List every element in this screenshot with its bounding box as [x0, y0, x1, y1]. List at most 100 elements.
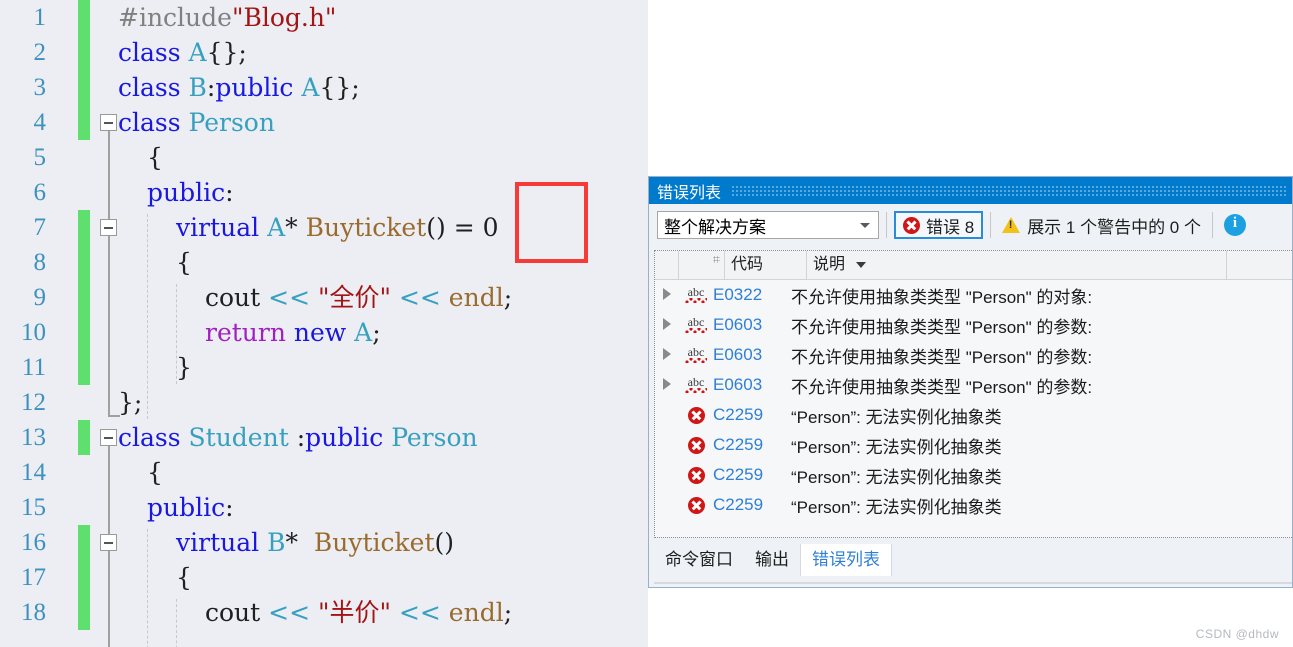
line-number: 7: [33, 214, 47, 241]
error-code-cell[interactable]: C2259: [713, 405, 791, 425]
tool-window-tab[interactable]: 命令窗口: [654, 544, 744, 576]
code-line[interactable]: 18 cout << "半价" << endl;: [0, 595, 648, 630]
code-line-text: public:: [147, 175, 234, 210]
code-line[interactable]: 7 virtual A* Buyticket() = 0: [0, 210, 648, 245]
code-line[interactable]: 16 virtual B* Buyticket(): [0, 525, 648, 560]
code-token: };: [118, 388, 143, 417]
column-header-severity[interactable]: [679, 251, 725, 279]
column-header-description-label: 说明: [813, 256, 846, 273]
code-line[interactable]: 13 class Student :public Person: [0, 420, 648, 455]
errors-filter-button[interactable]: 错误 8: [894, 211, 984, 239]
indent-guide: [147, 214, 148, 419]
sort-descending-icon: [856, 261, 867, 268]
error-code-cell[interactable]: C2259: [713, 435, 791, 455]
code-line[interactable]: 12};: [0, 385, 648, 420]
code-line-list: 1 #include"Blog.h" 2 class A{}; 3 class B:pub…: [0, 0, 648, 630]
error-list-toolbar[interactable]: 整个解决方案 错误 8 展示 1 个警告中的 0 个: [649, 204, 1292, 246]
column-header-code[interactable]: 代码: [725, 251, 807, 279]
code-line-text: class Person: [118, 105, 275, 140]
code-token: Student: [188, 423, 297, 452]
table-row[interactable]: C2259 “Person”: 无法实例化抽象类: [655, 400, 1292, 430]
chevron-right-icon: [663, 378, 671, 390]
severity-icon-cell: abc: [679, 286, 713, 304]
code-line[interactable]: 11}: [0, 350, 648, 385]
code-token: ;: [503, 283, 513, 312]
chevron-right-icon: [663, 318, 671, 330]
squiggle-underline-icon: [685, 358, 707, 363]
error-list-window[interactable]: 错误列表 整个解决方案 错误 8 展示 1 个警告中的 0 个: [648, 176, 1293, 588]
error-list-header-row[interactable]: 代码 说明: [655, 251, 1292, 280]
change-indicator-bar: [78, 35, 90, 70]
outline-collapse-toggle[interactable]: [100, 219, 117, 236]
column-header-description[interactable]: 说明: [807, 251, 1227, 279]
line-number: 9: [33, 284, 47, 311]
warnings-filter-button[interactable]: 展示 1 个警告中的 0 个: [998, 211, 1205, 239]
severity-icon-cell: [679, 406, 713, 424]
code-token: *: [285, 528, 314, 557]
code-line-text: {: [176, 245, 192, 280]
row-expand-toggle[interactable]: [655, 285, 679, 305]
error-code-cell[interactable]: E0603: [713, 375, 791, 395]
code-line[interactable]: 1 #include"Blog.h": [0, 0, 648, 35]
error-list-titlebar[interactable]: 错误列表: [649, 177, 1292, 204]
line-number: 8: [33, 249, 47, 276]
table-row[interactable]: abc E0603 不允许使用抽象类类型 "Person" 的参数:: [655, 310, 1292, 340]
scope-dropdown[interactable]: 整个解决方案: [657, 211, 879, 239]
code-token: :: [225, 178, 234, 207]
code-line-text: {: [176, 560, 192, 595]
outline-collapse-toggle[interactable]: [100, 114, 117, 131]
code-line-text: virtual A* Buyticket() = 0: [176, 210, 499, 245]
code-token: "全价": [318, 283, 391, 312]
code-editor[interactable]: 1 #include"Blog.h" 2 class A{}; 3 class B:pub…: [0, 0, 648, 647]
table-row[interactable]: abc E0603 不允许使用抽象类类型 "Person" 的参数:: [655, 340, 1292, 370]
code-token: Buyticket: [305, 213, 427, 242]
error-code-cell[interactable]: E0322: [713, 285, 791, 305]
code-line-text: class Student :public Person: [118, 420, 478, 455]
outline-collapse-toggle[interactable]: [100, 534, 117, 551]
outline-collapse-toggle[interactable]: [100, 429, 117, 446]
table-row[interactable]: C2259 “Person”: 无法实例化抽象类: [655, 490, 1292, 520]
tool-window-tabs[interactable]: 命令窗口 输出 错误列表: [654, 544, 1292, 582]
table-row[interactable]: abc E0322 不允许使用抽象类类型 "Person" 的对象:: [655, 280, 1292, 310]
row-expand-toggle[interactable]: [655, 375, 679, 395]
table-row[interactable]: C2259 “Person”: 无法实例化抽象类: [655, 460, 1292, 490]
code-line[interactable]: 3 class B:public A{};: [0, 70, 648, 105]
change-indicator-bar: [78, 560, 90, 595]
code-line[interactable]: 14 {: [0, 455, 648, 490]
code-line[interactable]: 2 class A{};: [0, 35, 648, 70]
code-line[interactable]: 15 public:: [0, 490, 648, 525]
table-row[interactable]: C2259 “Person”: 无法实例化抽象类: [655, 430, 1292, 460]
code-line[interactable]: 4 class Person: [0, 105, 648, 140]
severity-icon-cell: abc: [679, 376, 713, 394]
tool-window-tab[interactable]: 错误列表: [800, 544, 892, 576]
code-token: B: [267, 528, 286, 557]
code-line[interactable]: 5{: [0, 140, 648, 175]
titlebar-drag-dots: [731, 184, 1286, 197]
tool-window-tab[interactable]: 输出: [744, 544, 800, 576]
code-line[interactable]: 6 public:: [0, 175, 648, 210]
change-indicator-bar: [78, 350, 90, 385]
row-expand-toggle[interactable]: [655, 345, 679, 365]
code-line[interactable]: 17 {: [0, 560, 648, 595]
table-row[interactable]: abc E0603 不允许使用抽象类类型 "Person" 的参数:: [655, 370, 1292, 400]
error-code-cell[interactable]: E0603: [713, 345, 791, 365]
code-line[interactable]: 10 return new A;: [0, 315, 648, 350]
column-header-icon[interactable]: [655, 251, 679, 279]
row-expand-toggle[interactable]: [655, 315, 679, 335]
code-token: = 0: [453, 213, 499, 242]
error-code-cell[interactable]: C2259: [713, 495, 791, 515]
error-code-cell[interactable]: E0603: [713, 315, 791, 335]
squiggle-underline-icon: [685, 298, 707, 303]
line-number: 15: [21, 494, 46, 521]
change-indicator-bar: [78, 70, 90, 105]
warning-triangle-icon: [1002, 217, 1021, 233]
code-line[interactable]: 9 cout << "全价" << endl;: [0, 280, 648, 315]
error-description-cell: 不允许使用抽象类类型 "Person" 的对象:: [791, 287, 1093, 307]
change-indicator-bar: [78, 245, 90, 280]
code-line[interactable]: 8{: [0, 245, 648, 280]
messages-filter-button[interactable]: [1220, 211, 1250, 239]
error-list-grid[interactable]: 代码 说明 abc E0322 不允许使用抽象类类型 "Person" 的对象: ab…: [654, 250, 1292, 538]
error-code-cell[interactable]: C2259: [713, 465, 791, 485]
scope-dropdown-value: 整个解决方案: [664, 217, 766, 237]
severity-icon-cell: abc: [679, 316, 713, 334]
